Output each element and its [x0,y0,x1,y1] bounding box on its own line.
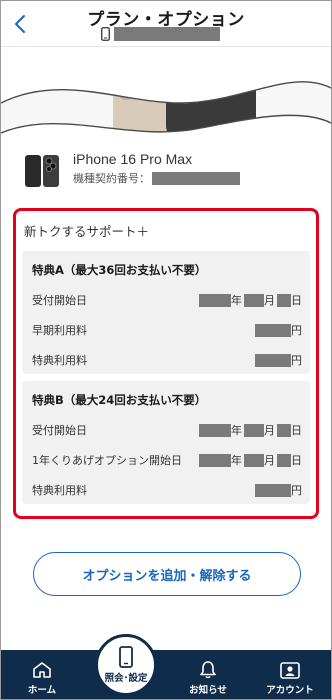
phone-number-masked [114,27,220,41]
benefit-b-row: 1年くりあげオプション開始日 年 月 日 [32,451,302,469]
phone-number-line [101,25,220,43]
yen-value-masked: 円 [255,352,302,368]
bell-icon [200,661,216,679]
nav-home-label: ホーム [27,685,57,696]
smartphone-icon [119,646,133,668]
row-label: 特典利用料 [32,484,87,497]
product-info: iPhone 16 Pro Max 機種契約番号： [23,151,313,191]
iphone-thumbnail-image [25,155,59,187]
benefit-a-block: 特典A（最大36回お支払い不要） 受付開始日 年 月 日 早期利用料 円 特典利… [22,251,310,374]
date-value-masked: 年 月 日 [199,422,302,438]
row-label: 受付開始日 [32,294,87,307]
bottom-nav: ホーム 照会･設定 お知らせ アカウント [1,634,331,699]
nav-account[interactable]: アカウント [257,650,323,699]
nav-news-label: お知らせ [189,685,227,696]
support-panel: 新トクするサポート＋ 特典A（最大36回お支払い不要） 受付開始日 年 月 日 … [13,208,319,519]
nav-news[interactable]: お知らせ [175,650,241,699]
nav-home[interactable]: ホーム [9,650,75,699]
benefit-b-row: 受付開始日 年 月 日 [32,421,302,439]
benefit-b-title: 特典B（最大24回お支払い不要） [32,393,207,407]
hero-banner [1,48,331,148]
contract-number-label: 機種契約番号： [73,172,150,185]
yen-value-masked: 円 [255,482,302,498]
device-hero-image [1,48,331,148]
device-name: iPhone 16 Pro Max [73,151,193,167]
contract-number-row: 機種契約番号： [73,170,240,186]
nav-inquiry-label: 照会･設定 [104,673,148,684]
row-label: 1年くりあげオプション開始日 [32,454,182,467]
benefit-a-title: 特典A（最大36回お支払い不要） [32,263,207,277]
home-icon [33,662,51,678]
row-label: 早期利用料 [32,324,87,337]
benefit-a-row: 受付開始日 年 月 日 [32,291,302,309]
row-label: 受付開始日 [32,424,87,437]
yen-value-masked: 円 [255,322,302,338]
row-label: 特典利用料 [32,354,87,367]
benefit-b-row: 特典利用料 円 [32,481,302,499]
benefit-a-row: 特典利用料 円 [32,351,302,369]
benefit-a-row: 早期利用料 円 [32,321,302,339]
contract-number-masked [152,171,240,185]
smartphone-icon [101,27,110,41]
app-frame: プラン・オプション iPhone 16 Pro Max 機種契約番号： 新トクす… [0,0,332,700]
support-title: 新トクするサポート＋ [24,224,150,239]
date-value-masked: 年 月 日 [199,292,302,308]
nav-account-label: アカウント [266,685,314,696]
nav-inquiry-settings[interactable]: 照会･設定 [95,634,157,696]
account-card-icon [280,662,300,679]
add-remove-option-button[interactable]: オプションを追加・解除する [33,552,301,596]
date-value-masked: 年 月 日 [199,452,302,468]
header: プラン・オプション [1,1,331,47]
benefit-b-block: 特典B（最大24回お支払い不要） 受付開始日 年 月 日 1年くりあげオプション… [22,381,310,504]
